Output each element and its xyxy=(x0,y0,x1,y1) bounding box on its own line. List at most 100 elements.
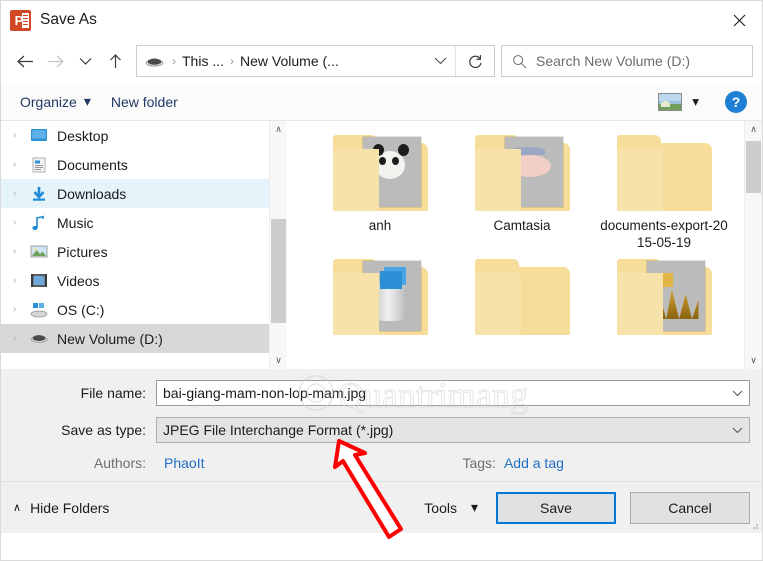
windows-drive-icon xyxy=(30,302,48,318)
file-item-label: documents-export-2015-05-19 xyxy=(600,218,728,250)
scroll-up-button[interactable]: ∧ xyxy=(270,121,287,138)
cancel-button[interactable]: Cancel xyxy=(630,491,750,524)
save-button[interactable]: Save xyxy=(496,491,616,524)
scroll-down-button[interactable]: ∨ xyxy=(270,352,287,369)
navigation-pane-scrollbar[interactable]: ∧ ∨ xyxy=(269,121,287,369)
file-item[interactable]: documents-export-2015-05-19 xyxy=(593,133,735,251)
address-bar[interactable]: › This ... › New Volume (... xyxy=(136,45,495,77)
recent-locations-button[interactable] xyxy=(70,46,100,76)
breadcrumb[interactable]: › This ... › New Volume (... xyxy=(137,53,425,69)
refresh-icon xyxy=(468,54,482,68)
file-list-pane[interactable]: anh Camtasia documents-export-2015-05-19 xyxy=(287,121,744,369)
sidebar-item-label: Pictures xyxy=(57,243,108,260)
sidebar-item-pictures[interactable]: › Pictures xyxy=(1,237,269,266)
new-folder-button[interactable]: New folder xyxy=(101,89,188,115)
authors-value[interactable]: PhaoIt xyxy=(164,455,204,471)
expand-chevron-icon[interactable]: › xyxy=(13,304,30,315)
view-mode-icon[interactable] xyxy=(658,92,683,111)
breadcrumb-item-0[interactable]: This ... xyxy=(182,53,224,69)
forward-arrow-icon xyxy=(47,55,64,67)
forward-button xyxy=(40,46,70,76)
file-name-label: File name: xyxy=(80,385,146,401)
dialog-footer: ∧ Hide Folders Tools ▾ Save Cancel xyxy=(1,481,762,533)
caret-down-icon: ▾ xyxy=(470,499,478,515)
file-item[interactable]: Camtasia xyxy=(451,133,593,251)
save-as-type-field[interactable]: JPEG File Interchange Format (*.jpg) xyxy=(156,417,750,443)
save-as-type-label: Save as type: xyxy=(61,422,146,438)
resize-grip-icon[interactable] xyxy=(749,520,759,530)
file-item[interactable] xyxy=(593,257,735,335)
file-item-label: anh xyxy=(368,218,392,233)
file-list-scrollbar[interactable]: ∧ ∨ xyxy=(744,121,762,369)
file-item[interactable] xyxy=(451,257,593,335)
help-button[interactable]: ? xyxy=(725,90,747,113)
refresh-button[interactable] xyxy=(455,46,494,76)
powerpoint-icon-slide xyxy=(22,12,29,28)
expand-chevron-icon[interactable]: › xyxy=(13,217,30,228)
expand-chevron-icon[interactable]: › xyxy=(13,275,30,286)
pictures-icon xyxy=(30,244,48,260)
organize-button[interactable]: Organize ▾ xyxy=(10,89,101,115)
tools-button[interactable]: Tools ▾ xyxy=(424,499,478,516)
file-item-label: Camtasia xyxy=(493,218,551,233)
sidebar-item-downloads[interactable]: › Downloads xyxy=(1,179,269,208)
scrollbar-thumb[interactable] xyxy=(271,219,286,323)
search-box[interactable]: Search New Volume (D:) xyxy=(501,45,753,77)
folder-icon xyxy=(332,133,428,211)
sidebar-item-label: Music xyxy=(57,214,94,231)
add-a-tag-link[interactable]: Add a tag xyxy=(504,455,564,471)
file-grid: anh Camtasia documents-export-2015-05-19 xyxy=(309,133,744,341)
search-input[interactable]: Search New Volume (D:) xyxy=(536,53,690,69)
navigation-pane: › Desktop › Documents › Downloads › Musi… xyxy=(1,121,269,369)
expand-chevron-icon[interactable]: › xyxy=(13,246,30,257)
cancel-label: Cancel xyxy=(668,499,712,516)
save-as-type-value[interactable]: JPEG File Interchange Format (*.jpg) xyxy=(157,422,725,438)
desktop-icon xyxy=(30,128,48,144)
chevron-up-icon: ∧ xyxy=(13,502,22,514)
chevron-down-icon[interactable] xyxy=(725,390,749,397)
sidebar-item-os-c[interactable]: › OS (C:) xyxy=(1,295,269,324)
file-name-input[interactable]: bai-giang-mam-non-lop-mam.jpg xyxy=(156,380,750,406)
sidebar-item-desktop[interactable]: › Desktop xyxy=(1,121,269,150)
powerpoint-icon: P xyxy=(10,9,31,31)
command-toolbar: Organize ▾ New folder ▾ ? xyxy=(1,83,762,121)
page-title: Save As xyxy=(40,11,97,28)
expand-chevron-icon[interactable]: › xyxy=(13,130,30,141)
address-dropdown-button[interactable] xyxy=(425,57,455,65)
hide-folders-button[interactable]: ∧ Hide Folders xyxy=(13,500,109,516)
tools-label: Tools xyxy=(424,499,457,516)
back-button[interactable] xyxy=(10,46,40,76)
sidebar-item-videos[interactable]: › Videos xyxy=(1,266,269,295)
folder-icon xyxy=(616,257,712,335)
save-as-dialog: P Save As › This ... › New Volume (... S… xyxy=(0,0,763,561)
file-item[interactable]: anh xyxy=(309,133,451,251)
authors-label: Authors: xyxy=(93,455,146,471)
close-button[interactable] xyxy=(716,1,762,39)
sidebar-item-label: Downloads xyxy=(57,185,127,202)
music-icon xyxy=(30,215,48,231)
sidebar-item-music[interactable]: › Music xyxy=(1,208,269,237)
view-mode-caret-icon[interactable]: ▾ xyxy=(692,94,699,110)
folder-icon xyxy=(616,133,712,211)
search-icon xyxy=(502,54,536,69)
save-as-type-row: Save as type: JPEG File Interchange Form… xyxy=(1,415,762,445)
up-button[interactable] xyxy=(100,46,130,76)
file-name-row: File name: bai-giang-mam-non-lop-mam.jpg xyxy=(1,378,762,408)
sidebar-item-documents[interactable]: › Documents xyxy=(1,150,269,179)
file-item[interactable] xyxy=(309,257,451,335)
scroll-up-button[interactable]: ∧ xyxy=(745,121,762,138)
sidebar-item-label: Documents xyxy=(57,156,128,173)
breadcrumb-separator: › xyxy=(230,54,235,68)
expand-chevron-icon[interactable]: › xyxy=(13,333,30,344)
scroll-down-button[interactable]: ∨ xyxy=(745,352,762,369)
scrollbar-thumb[interactable] xyxy=(746,141,761,193)
expand-chevron-icon[interactable]: › xyxy=(13,159,30,170)
back-arrow-icon xyxy=(16,55,33,67)
authors-label-wrap: Authors: xyxy=(1,455,156,471)
file-name-value[interactable]: bai-giang-mam-non-lop-mam.jpg xyxy=(157,385,725,401)
chevron-down-icon[interactable] xyxy=(725,427,749,434)
expand-chevron-icon[interactable]: › xyxy=(13,188,30,199)
breadcrumb-item-1[interactable]: New Volume (... xyxy=(240,53,339,69)
save-form: File name: bai-giang-mam-non-lop-mam.jpg… xyxy=(1,369,762,481)
sidebar-item-new-volume-d[interactable]: › New Volume (D:) xyxy=(1,324,269,353)
